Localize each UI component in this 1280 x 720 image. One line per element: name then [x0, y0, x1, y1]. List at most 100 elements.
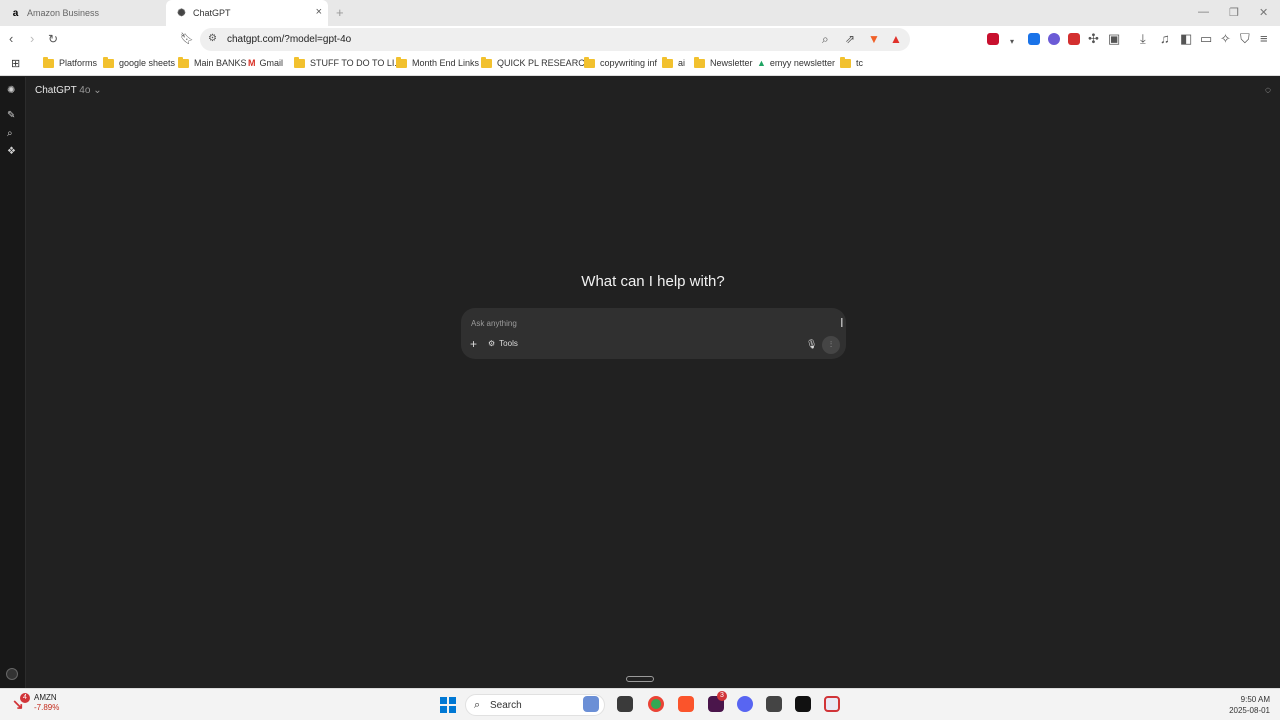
- reload-icon[interactable]: ↻: [48, 32, 58, 46]
- wallet-icon[interactable]: ▭: [1200, 32, 1212, 46]
- prompt-input[interactable]: [471, 316, 831, 330]
- bookmark-label: ai: [678, 58, 686, 68]
- stock-widget[interactable]: ↘ 4 AMZN -7.89%: [12, 693, 59, 713]
- voice-mode-button[interactable]: ⫶: [822, 336, 840, 354]
- discord-icon[interactable]: [737, 696, 753, 712]
- folder-icon: [840, 56, 851, 68]
- tools-button[interactable]: ⚙ Tools: [488, 339, 518, 348]
- site-info-icon[interactable]: ⚙: [208, 33, 217, 44]
- tab-search-icon[interactable]: ▣: [1108, 32, 1120, 46]
- calculator-icon[interactable]: [766, 696, 782, 712]
- temporary-chat-icon[interactable]: ◌: [1265, 85, 1271, 96]
- bookmark-label: Platforms: [59, 58, 98, 68]
- library-icon[interactable]: ❖: [7, 146, 16, 157]
- apps-grid-icon[interactable]: ⊞: [11, 57, 20, 70]
- gmail-icon: M: [248, 58, 256, 68]
- notion-icon[interactable]: [795, 696, 811, 712]
- tab-label: ChatGPT: [193, 8, 231, 18]
- chrome-icon[interactable]: [648, 696, 664, 712]
- text-cursor-icon: I: [840, 315, 844, 330]
- bookmark-icon[interactable]: 🔖︎: [180, 32, 194, 46]
- bookmark-google-sheets[interactable]: google sheets: [103, 56, 176, 68]
- share-icon[interactable]: ⇗: [845, 32, 855, 46]
- downloads-icon[interactable]: ⤓: [1140, 32, 1146, 46]
- chatgpt-app: ✺ ✎ ⌕ ❖ ChatGPT 4o ⌄ ◌ What can I help w…: [0, 77, 1280, 688]
- tab-chatgpt[interactable]: ✺ ChatGPT ×: [166, 0, 328, 26]
- address-bar[interactable]: ⚙ chatgpt.com/?model=gpt-4o ⌕ ⇗ ▼ ▲: [200, 28, 910, 51]
- tab-strip: a Amazon Business ✺ ChatGPT × + — ❐ ✕: [0, 0, 1280, 26]
- taskbar: ↘ 4 AMZN -7.89% ⌕ Search 3 9:50 AM 2025-…: [0, 688, 1280, 720]
- close-window-button[interactable]: ✕: [1259, 6, 1268, 19]
- bookmark-copywriting-inf[interactable]: copywriting inf: [584, 56, 657, 68]
- app-circle-icon[interactable]: [824, 696, 840, 712]
- extensions-puzzle-icon[interactable]: ✣: [1088, 32, 1099, 46]
- search-icon[interactable]: ⌕: [822, 32, 829, 47]
- new-chat-icon[interactable]: ✎: [7, 110, 15, 121]
- openai-logo-icon[interactable]: ✺: [7, 85, 15, 96]
- bookmark-emyy-newsletter[interactable]: ▲ emyy newsletter: [757, 58, 835, 68]
- bookmark-ai[interactable]: ai: [662, 56, 686, 68]
- slack-badge: 3: [717, 691, 727, 701]
- bookmark-newsletter[interactable]: Newsletter: [694, 56, 753, 68]
- folder-icon: [43, 56, 54, 68]
- vpn-icon[interactable]: ⛉: [1240, 32, 1250, 46]
- folder-icon: [103, 56, 114, 68]
- extension-grid-icon[interactable]: [1028, 33, 1040, 45]
- bookmark-tc[interactable]: tc: [840, 56, 864, 68]
- folder-icon: [396, 56, 407, 68]
- prompt-composer: + ⚙ Tools 🎙︎ ⫶: [461, 308, 846, 359]
- sliders-icon: ⚙: [488, 339, 496, 348]
- bookmark-platforms[interactable]: Platforms: [43, 56, 98, 68]
- folder-icon: [294, 56, 305, 68]
- avatar[interactable]: [6, 668, 18, 680]
- bookmark-stuff-to-do[interactable]: STUFF TO DO TO LI...: [294, 56, 402, 68]
- scroll-handle[interactable]: [626, 676, 654, 682]
- brave-shield-icon[interactable]: ▼: [868, 32, 880, 46]
- add-attachment-button[interactable]: +: [470, 337, 477, 351]
- bookmarks-bar: ⊞ Platforms google sheets Main BANKS M Gm…: [0, 53, 1280, 76]
- maximize-button[interactable]: ❐: [1229, 6, 1239, 19]
- forward-arrow-icon[interactable]: ›: [30, 32, 34, 46]
- bookmark-label: google sheets: [119, 58, 176, 68]
- folder-icon: [694, 56, 705, 68]
- menu-icon[interactable]: ≡: [1260, 32, 1268, 46]
- bookmark-main-banks[interactable]: Main BANKS: [178, 56, 247, 68]
- extension-menu-chevron-icon[interactable]: ▾: [1010, 35, 1014, 49]
- stock-badge: 4: [20, 693, 30, 703]
- bookmark-quick-pl-research[interactable]: QUICK PL RESEARC...: [481, 56, 593, 68]
- new-tab-button[interactable]: +: [336, 5, 344, 20]
- minimize-button[interactable]: —: [1198, 6, 1209, 18]
- brave-rewards-icon[interactable]: ▲: [890, 32, 902, 46]
- search-chats-icon[interactable]: ⌕: [7, 128, 13, 139]
- close-tab-icon[interactable]: ×: [316, 6, 322, 18]
- extension-circle-icon[interactable]: [1048, 33, 1060, 45]
- sidebar-rail: ✺ ✎ ⌕ ❖: [0, 77, 26, 688]
- bookmark-label: QUICK PL RESEARC...: [497, 58, 593, 68]
- folder-icon: [662, 56, 673, 68]
- page-title: What can I help with?: [581, 273, 725, 290]
- bookmark-label: tc: [856, 58, 864, 68]
- folder-icon: [178, 56, 189, 68]
- tab-amazon-business[interactable]: a Amazon Business: [0, 0, 166, 26]
- brave-icon[interactable]: [678, 696, 694, 712]
- stock-change: -7.89%: [34, 703, 60, 712]
- leo-ai-icon[interactable]: ✧: [1220, 32, 1231, 46]
- bookmark-gmail[interactable]: M Gmail: [248, 58, 283, 68]
- sidebar-icon[interactable]: ◧: [1180, 32, 1192, 46]
- media-icon[interactable]: ♫: [1160, 32, 1170, 46]
- back-arrow-icon[interactable]: ‹: [9, 32, 13, 46]
- file-explorer-icon[interactable]: [617, 696, 633, 712]
- search-label: Search: [490, 700, 522, 711]
- extension-red-icon[interactable]: [1068, 33, 1080, 45]
- drive-icon: ▲: [757, 58, 766, 68]
- microphone-icon[interactable]: 🎙︎: [806, 339, 817, 350]
- system-clock[interactable]: 9:50 AM 2025-08-01: [1229, 694, 1270, 716]
- copilot-app-icon[interactable]: [583, 696, 599, 712]
- bookmark-month-end-links[interactable]: Month End Links: [396, 56, 479, 68]
- bookmark-label: STUFF TO DO TO LI...: [310, 58, 402, 68]
- bookmark-label: Main BANKS: [194, 58, 247, 68]
- windows-start-icon[interactable]: [440, 697, 456, 713]
- model-selector[interactable]: ChatGPT 4o ⌄: [35, 85, 102, 96]
- ublock-extension-icon[interactable]: [987, 33, 999, 45]
- bookmark-label: emyy newsletter: [769, 58, 835, 68]
